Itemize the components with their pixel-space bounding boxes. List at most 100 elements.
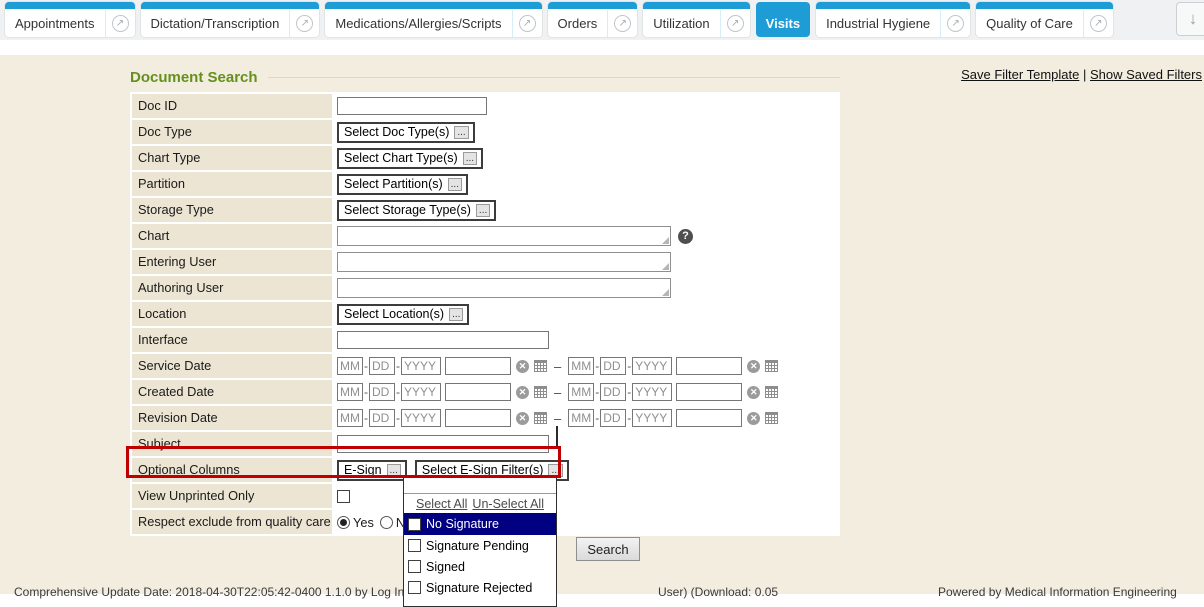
revision-date-from-input[interactable]: [445, 409, 511, 427]
popout-icon[interactable]: ↗: [519, 15, 536, 32]
option-checkbox[interactable]: [408, 539, 421, 552]
footer-download-text: User) (Download: 0.05: [658, 585, 778, 599]
select-location-button[interactable]: Select Location(s) ...: [337, 304, 469, 325]
calendar-icon[interactable]: [534, 386, 547, 398]
created-date-from-input[interactable]: [445, 383, 511, 401]
calendar-icon[interactable]: [765, 360, 778, 372]
respect-yes-radio[interactable]: [337, 516, 350, 529]
service-date-from-day-input[interactable]: [369, 357, 395, 375]
select-all-link[interactable]: Select All: [416, 497, 467, 511]
tab-visits[interactable]: Visits: [756, 2, 810, 37]
scroll-down-button[interactable]: ↓: [1176, 2, 1204, 36]
select-partition-button[interactable]: Select Partition(s) ...: [337, 174, 468, 195]
show-saved-filters-link[interactable]: Show Saved Filters: [1090, 67, 1202, 82]
revision-date-to-month-input[interactable]: [568, 409, 594, 427]
service-date-from-input[interactable]: [445, 357, 511, 375]
row-doc-id: Doc ID: [132, 94, 838, 118]
date-hyphen: -: [595, 359, 599, 373]
option-label: No Signature: [426, 517, 499, 531]
clear-icon[interactable]: ✕: [747, 386, 760, 399]
service-date-from-year-input[interactable]: [401, 357, 441, 375]
save-filter-template-link[interactable]: Save Filter Template: [961, 67, 1079, 82]
select-storage-type-button[interactable]: Select Storage Type(s) ...: [337, 200, 496, 221]
tab-dictation-transcription[interactable]: Dictation/Transcription ↗: [141, 2, 320, 37]
created-date-from-month-input[interactable]: [337, 383, 363, 401]
revision-date-to-year-input[interactable]: [632, 409, 672, 427]
tab-medications-allergies-scripts[interactable]: Medications/Allergies/Scripts ↗: [325, 2, 541, 37]
tab-industrial-hygiene[interactable]: Industrial Hygiene ↗: [816, 2, 970, 37]
subject-input[interactable]: [337, 435, 549, 453]
ellipsis-icon: ...: [448, 178, 462, 191]
service-date-to-month-input[interactable]: [568, 357, 594, 375]
revision-date-from-year-input[interactable]: [401, 409, 441, 427]
tab-quality-of-care[interactable]: Quality of Care ↗: [976, 2, 1113, 37]
tab-utilization[interactable]: Utilization ↗: [643, 2, 749, 37]
respect-no-radio[interactable]: [380, 516, 393, 529]
view-unprinted-checkbox[interactable]: [337, 490, 350, 503]
tab-divider: [607, 10, 608, 37]
revision-date-to-day-input[interactable]: [600, 409, 626, 427]
service-date-to-input[interactable]: [676, 357, 742, 375]
clear-icon[interactable]: ✕: [516, 386, 529, 399]
option-checkbox[interactable]: [408, 581, 421, 594]
resize-grip-icon[interactable]: [662, 289, 669, 296]
select-chart-type-button[interactable]: Select Chart Type(s) ...: [337, 148, 483, 169]
row-chart: Chart ?: [132, 224, 838, 248]
ellipsis-icon: ...: [548, 464, 562, 477]
created-date-to-day-input[interactable]: [600, 383, 626, 401]
service-date-from-month-input[interactable]: [337, 357, 363, 375]
revision-date-from-day-input[interactable]: [369, 409, 395, 427]
clear-icon[interactable]: ✕: [516, 412, 529, 425]
resize-grip-icon[interactable]: [662, 237, 669, 244]
calendar-icon[interactable]: [534, 412, 547, 424]
dropdown-option-signature-rejected[interactable]: Signature Rejected: [404, 577, 556, 598]
help-icon[interactable]: ?: [678, 229, 693, 244]
unselect-all-link[interactable]: Un-Select All: [472, 497, 544, 511]
clear-icon[interactable]: ✕: [747, 360, 760, 373]
footer-powered-by-text: Powered by Medical Information Engineeri…: [938, 585, 1177, 599]
option-checkbox[interactable]: [408, 518, 421, 531]
interface-input[interactable]: [337, 331, 549, 349]
popout-icon[interactable]: ↗: [1090, 15, 1107, 32]
doc-id-input[interactable]: [337, 97, 487, 115]
service-date-to-day-input[interactable]: [600, 357, 626, 375]
esign-button[interactable]: E-Sign ...: [337, 460, 407, 481]
popout-icon[interactable]: ↗: [614, 15, 631, 32]
revision-date-from-month-input[interactable]: [337, 409, 363, 427]
button-label: Select Doc Type(s): [344, 125, 449, 139]
calendar-icon[interactable]: [534, 360, 547, 372]
search-button[interactable]: Search: [576, 537, 640, 561]
tab-label: Utilization: [643, 10, 719, 37]
chart-input[interactable]: [337, 226, 671, 246]
document-search-form: Document Search Doc ID Doc Type Select D…: [130, 66, 840, 536]
tab-orders[interactable]: Orders ↗: [548, 2, 638, 37]
created-date-to-year-input[interactable]: [632, 383, 672, 401]
entering-user-input[interactable]: [337, 252, 671, 272]
dropdown-option-signed[interactable]: Signed: [404, 556, 556, 577]
clear-icon[interactable]: ✕: [516, 360, 529, 373]
service-date-to-year-input[interactable]: [632, 357, 672, 375]
popout-icon[interactable]: ↗: [296, 15, 313, 32]
popout-icon[interactable]: ↗: [112, 15, 129, 32]
dropdown-option-signature-pending[interactable]: Signature Pending: [404, 535, 556, 556]
date-hyphen: -: [364, 385, 368, 399]
tab-divider: [289, 10, 290, 37]
popout-icon[interactable]: ↗: [947, 15, 964, 32]
authoring-user-input[interactable]: [337, 278, 671, 298]
field-label: Chart: [132, 224, 332, 248]
created-date-from-year-input[interactable]: [401, 383, 441, 401]
created-date-to-input[interactable]: [676, 383, 742, 401]
calendar-icon[interactable]: [765, 386, 778, 398]
tab-appointments[interactable]: Appointments ↗: [5, 2, 135, 37]
date-hyphen: -: [396, 359, 400, 373]
popout-icon[interactable]: ↗: [727, 15, 744, 32]
created-date-from-day-input[interactable]: [369, 383, 395, 401]
select-doc-type-button[interactable]: Select Doc Type(s) ...: [337, 122, 475, 143]
revision-date-to-input[interactable]: [676, 409, 742, 427]
calendar-icon[interactable]: [765, 412, 778, 424]
resize-grip-icon[interactable]: [662, 263, 669, 270]
dropdown-option-no-signature[interactable]: No Signature: [404, 513, 556, 535]
option-checkbox[interactable]: [408, 560, 421, 573]
created-date-to-month-input[interactable]: [568, 383, 594, 401]
clear-icon[interactable]: ✕: [747, 412, 760, 425]
